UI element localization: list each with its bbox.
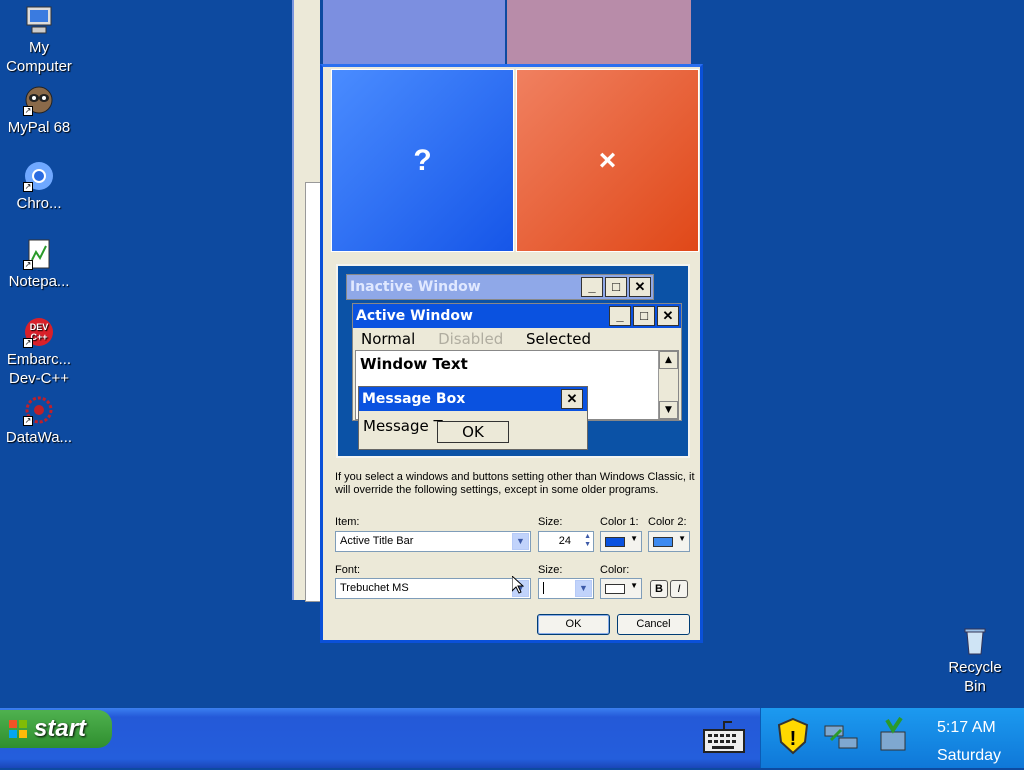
close-icon: ✕ xyxy=(561,389,583,409)
active-window-title: Active Window xyxy=(353,304,681,328)
maximize-icon: □ xyxy=(605,277,627,297)
close-icon: × xyxy=(598,143,617,177)
menu-bar-preview: Normal Disabled Selected xyxy=(361,330,609,348)
bold-button[interactable]: B xyxy=(650,580,668,598)
color1-swatch xyxy=(605,537,625,547)
cancel-button[interactable]: Cancel xyxy=(617,614,690,635)
mouse-cursor-icon xyxy=(511,574,525,594)
safely-remove-hardware-icon[interactable] xyxy=(873,716,913,756)
start-button[interactable]: start xyxy=(0,710,112,748)
minimize-icon: _ xyxy=(609,306,631,326)
menu-selected[interactable]: Selected xyxy=(526,330,591,348)
close-icon: ✕ xyxy=(629,277,651,297)
chevron-down-icon[interactable]: ▼ xyxy=(575,580,592,597)
devcpp-icon: DEV C++ ↗ xyxy=(23,316,55,348)
window-text: Window Text xyxy=(360,355,468,373)
desktop-icon-devcpp[interactable]: DEV C++ ↗ Embarc... Dev-C++ xyxy=(0,316,78,388)
size-spinner[interactable]: 24 ▲ ▼ xyxy=(538,531,594,552)
datawarrior-icon: ↗ xyxy=(23,394,55,426)
color2-swatch xyxy=(653,537,673,547)
on-screen-keyboard-icon[interactable] xyxy=(702,720,746,756)
scroll-down-icon[interactable]: ▼ xyxy=(659,401,678,419)
background-help-tile xyxy=(323,0,505,64)
notepad-icon: ↗ xyxy=(23,238,55,270)
appearance-dialog: ? × Inactive Window _ □ ✕ Active Window … xyxy=(320,64,703,643)
info-text: If you select a windows and buttons sett… xyxy=(335,471,695,496)
desktop-icon-chrome[interactable]: ↗ Chro... xyxy=(0,160,78,213)
chevron-down-icon: ▼ xyxy=(630,534,638,543)
clock[interactable]: 5:17 AM Saturday xyxy=(937,714,1001,770)
background-close-tile xyxy=(507,0,691,64)
security-shield-icon[interactable]: ! xyxy=(773,716,813,756)
color1-button[interactable]: ▼ xyxy=(600,531,642,552)
shortcut-arrow-icon: ↗ xyxy=(23,260,33,270)
inactive-window-preview[interactable]: Inactive Window _ □ ✕ xyxy=(346,274,654,300)
item-select[interactable]: Active Title Bar ▼ xyxy=(335,531,531,552)
network-icon[interactable] xyxy=(821,716,861,756)
scroll-up-icon[interactable]: ▲ xyxy=(659,351,678,369)
font-color-button[interactable]: ▼ xyxy=(600,578,642,599)
font-color-label: Color: xyxy=(600,564,630,576)
spin-arrows-icon[interactable]: ▲ ▼ xyxy=(584,533,591,549)
windows-logo-icon xyxy=(9,720,27,738)
font-size-value xyxy=(543,582,545,594)
shortcut-arrow-icon: ↗ xyxy=(23,182,33,192)
size-label: Size: xyxy=(538,516,563,528)
svg-text:C++: C++ xyxy=(30,332,47,342)
color2-label: Color 2: xyxy=(648,516,687,528)
ok-button[interactable]: OK xyxy=(537,614,610,635)
font-color-swatch xyxy=(605,584,625,594)
font-select[interactable]: Trebuchet MS ▼ xyxy=(335,578,531,599)
shortcut-arrow-icon: ↗ xyxy=(23,338,33,348)
start-label: start xyxy=(34,715,87,742)
chevron-down-icon: ▼ xyxy=(678,534,686,543)
clock-day: Saturday xyxy=(937,747,1002,764)
desktop-icon-recycle-bin[interactable]: Recycle Bin xyxy=(938,624,1012,696)
shortcut-arrow-icon: ↗ xyxy=(23,416,33,426)
desktop-icon-mypal[interactable]: ↗ MyPal 68 xyxy=(0,84,78,137)
font-size-select[interactable]: ▼ xyxy=(538,578,594,599)
font-value: Trebuchet MS xyxy=(340,582,409,594)
chevron-down-icon: ▼ xyxy=(630,581,638,590)
recycle-bin-icon xyxy=(959,624,991,656)
shortcut-arrow-icon: ↗ xyxy=(23,106,33,116)
clock-time: 5:17 AM xyxy=(937,719,996,736)
mypal-icon: ↗ xyxy=(23,84,55,116)
item-value: Active Title Bar xyxy=(340,535,414,547)
message-box-title: Message Box xyxy=(359,387,587,411)
maximize-icon: □ xyxy=(633,306,655,326)
minimize-icon: _ xyxy=(581,277,603,297)
desktop-icon-notepad[interactable]: ↗ Notepa... xyxy=(0,238,78,291)
size-value: 24 xyxy=(558,535,571,547)
appearance-preview[interactable]: Inactive Window _ □ ✕ Active Window _ □ … xyxy=(336,264,690,458)
message-text: Message T xyxy=(363,417,443,435)
message-box-preview[interactable]: Message Box ✕ Message T OK xyxy=(358,386,588,450)
close-button[interactable]: × xyxy=(516,69,699,252)
system-tray: ! 5:17 AM Saturday xyxy=(760,708,1024,768)
my-computer-icon xyxy=(23,4,55,36)
chrome-icon: ↗ xyxy=(23,160,55,192)
menu-normal[interactable]: Normal xyxy=(361,330,415,348)
desktop-icon-datawarrior[interactable]: ↗ DataWa... xyxy=(0,394,78,447)
close-icon: ✕ xyxy=(657,306,679,326)
svg-text:DEV: DEV xyxy=(30,322,49,332)
color1-label: Color 1: xyxy=(600,516,639,528)
chevron-down-icon[interactable]: ▼ xyxy=(512,533,529,550)
italic-button[interactable]: I xyxy=(670,580,688,598)
help-button[interactable]: ? xyxy=(331,69,514,252)
font-size-label: Size: xyxy=(538,564,563,576)
scrollbar[interactable]: ▲ ▼ xyxy=(658,351,678,419)
taskbar: start ! 5:17 AM Saturday xyxy=(0,708,1024,768)
font-label: Font: xyxy=(335,564,361,576)
color2-button[interactable]: ▼ xyxy=(648,531,690,552)
menu-disabled: Disabled xyxy=(438,330,504,348)
item-label: Item: xyxy=(335,516,360,528)
message-ok-button[interactable]: OK xyxy=(437,421,509,443)
desktop-icon-my-computer[interactable]: My Computer xyxy=(0,4,78,76)
help-icon: ? xyxy=(413,143,432,177)
svg-text:!: ! xyxy=(790,728,797,750)
